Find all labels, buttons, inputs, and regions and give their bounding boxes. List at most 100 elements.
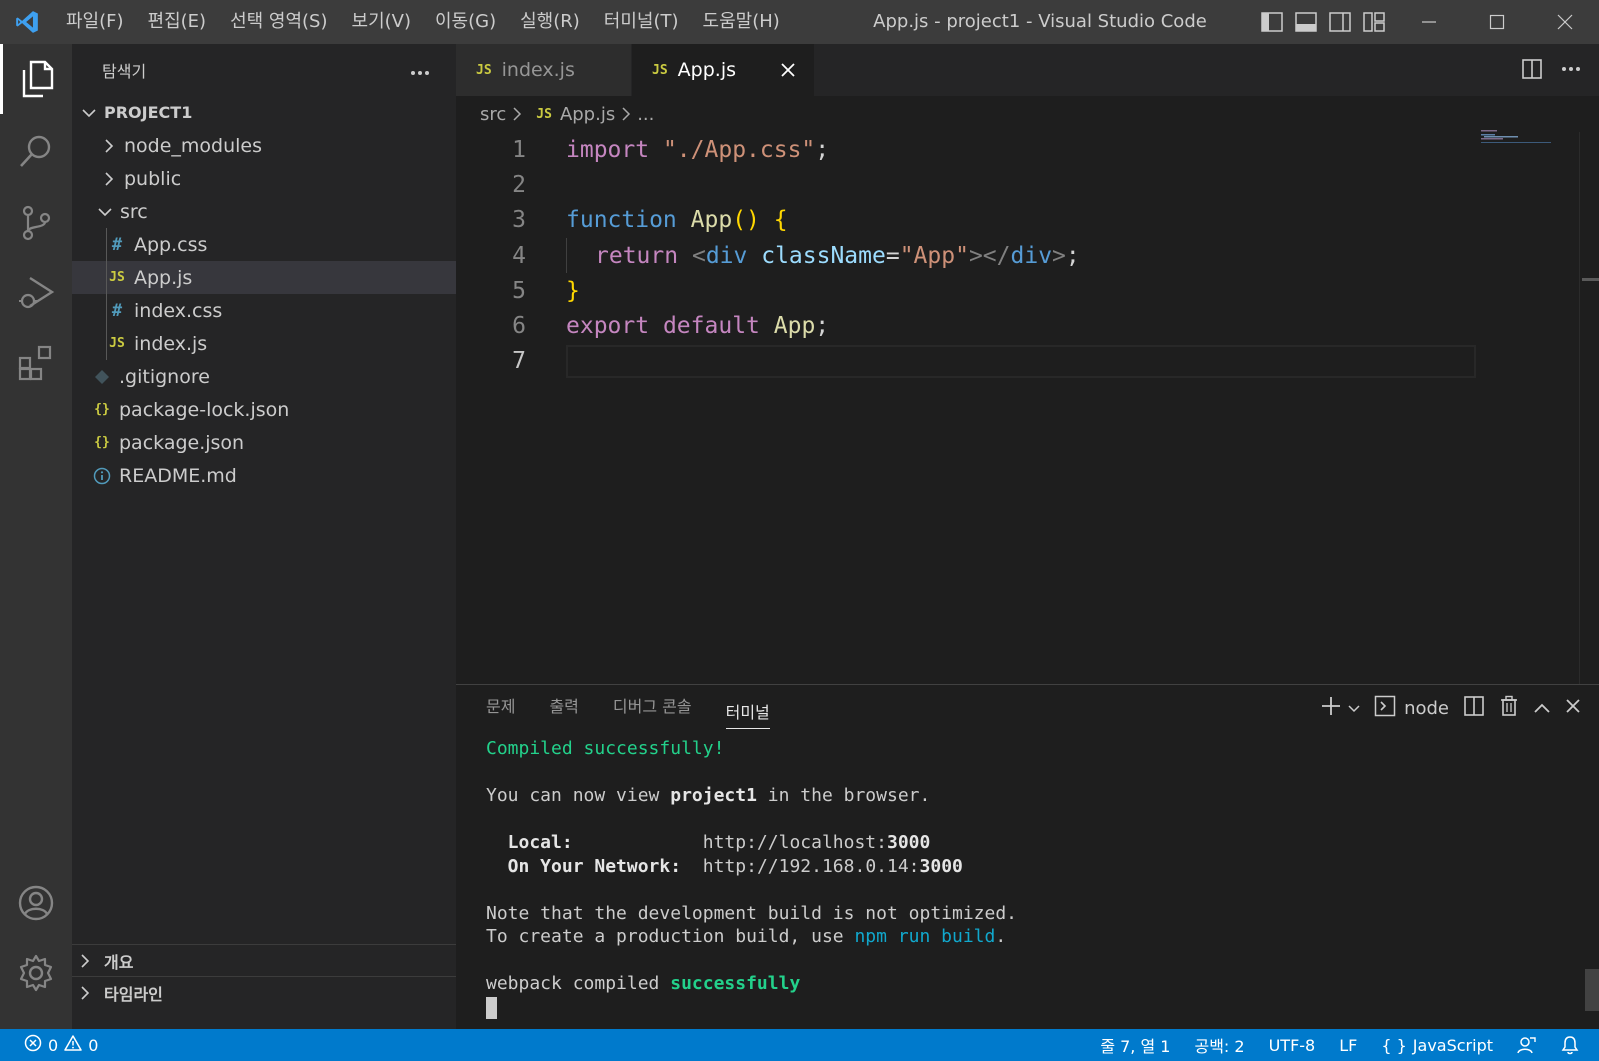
- terminal-shell-icon: [1374, 695, 1396, 722]
- terminal-output[interactable]: Compiled successfully! You can now view …: [456, 729, 1599, 1019]
- toggle-primary-sidebar-icon[interactable]: [1260, 10, 1284, 34]
- menu-run[interactable]: 실행(R): [508, 7, 592, 37]
- menu-terminal[interactable]: 터미널(T): [592, 7, 691, 37]
- tab-debug-console[interactable]: 디버그 콘솔: [613, 685, 692, 729]
- terminal-line: [486, 996, 1599, 1020]
- code-line: 6 export default App;: [456, 308, 1556, 343]
- menu-selection[interactable]: 선택 영역(S): [218, 7, 339, 37]
- tab-app-js[interactable]: JS App.js: [632, 44, 815, 96]
- trash-icon[interactable]: [1499, 695, 1519, 722]
- timeline-section[interactable]: 타임라인: [72, 976, 456, 1009]
- notifications-bell-icon[interactable]: [1561, 1035, 1579, 1055]
- split-terminal-icon[interactable]: [1463, 695, 1485, 722]
- feedback-icon[interactable]: [1517, 1035, 1537, 1055]
- menu-help[interactable]: 도움말(H): [691, 7, 792, 37]
- js-file-icon: JS: [476, 62, 492, 78]
- indent-guide: [106, 294, 107, 327]
- search-icon[interactable]: [0, 116, 72, 186]
- menu-file[interactable]: 파일(F): [54, 7, 136, 37]
- line-number: 3: [512, 207, 526, 234]
- git-file-icon: [91, 369, 113, 385]
- close-window-icon[interactable]: [1531, 0, 1599, 44]
- explorer-icon[interactable]: [0, 44, 72, 114]
- tree-item-gitignore[interactable]: .gitignore: [72, 360, 456, 393]
- bottom-panel: 문제 출력 디버그 콘솔 터미널 node Compiled successfu…: [456, 684, 1599, 1029]
- cursor-position[interactable]: 줄 7, 열 1: [1100, 1033, 1170, 1057]
- settings-gear-icon[interactable]: [0, 938, 72, 1008]
- close-panel-icon[interactable]: [1565, 698, 1581, 719]
- status-problems[interactable]: 0 0: [0, 1034, 98, 1056]
- run-debug-icon[interactable]: [0, 258, 72, 328]
- current-line-highlight: [566, 344, 1476, 378]
- code-line: 3 function App() {: [456, 203, 1556, 238]
- language-mode[interactable]: { } JavaScript: [1381, 1036, 1493, 1055]
- css-file-icon: #: [111, 234, 123, 255]
- tab-problems[interactable]: 문제: [486, 685, 515, 729]
- terminal-shell-name[interactable]: node: [1404, 698, 1449, 719]
- tree-item-package-json[interactable]: {} package.json: [72, 426, 456, 459]
- close-tab-icon[interactable]: [780, 62, 796, 78]
- maximize-icon[interactable]: [1463, 0, 1531, 44]
- project-folder[interactable]: PROJECT1: [72, 96, 456, 129]
- editor-scrollbar[interactable]: [1579, 132, 1599, 684]
- menu-go[interactable]: 이동(G): [423, 7, 508, 37]
- tab-output[interactable]: 출력: [549, 685, 578, 729]
- terminal-line: Compiled successfully!: [486, 738, 725, 759]
- css-file-icon: #: [111, 300, 123, 321]
- tab-index-js[interactable]: JS index.js: [456, 44, 632, 96]
- status-right: 줄 7, 열 1 공백: 2 UTF-8 LF { } JavaScript: [1100, 1029, 1579, 1061]
- customize-layout-icon[interactable]: [1362, 10, 1386, 34]
- chevron-down-icon[interactable]: [1348, 698, 1360, 719]
- breadcrumb-folder[interactable]: src: [480, 104, 506, 125]
- toggle-secondary-sidebar-icon[interactable]: [1328, 10, 1352, 34]
- line-number: 7: [512, 348, 526, 375]
- code-line-current: 7: [456, 344, 1556, 379]
- source-control-icon[interactable]: [0, 188, 72, 258]
- new-terminal-icon[interactable]: [1320, 695, 1342, 722]
- braces-icon: { }: [1381, 1035, 1407, 1055]
- extensions-icon[interactable]: [0, 328, 72, 398]
- maximize-panel-icon[interactable]: [1533, 698, 1551, 719]
- minimize-icon[interactable]: [1395, 0, 1463, 44]
- tab-terminal[interactable]: 터미널: [725, 697, 770, 729]
- accounts-icon[interactable]: [0, 868, 72, 938]
- terminal-scrollbar[interactable]: [1585, 969, 1599, 1011]
- more-actions-icon[interactable]: [410, 61, 430, 80]
- minimap[interactable]: [1481, 128, 1551, 148]
- tree-item-app-js[interactable]: JS App.js: [72, 261, 456, 294]
- indent-guide: [106, 327, 107, 360]
- end-of-line[interactable]: LF: [1339, 1036, 1357, 1055]
- window-controls: [1395, 0, 1599, 44]
- tree-item-label: README.md: [119, 464, 237, 487]
- error-count: 0: [48, 1035, 59, 1055]
- encoding[interactable]: UTF-8: [1269, 1036, 1316, 1055]
- tree-item-index-js[interactable]: JS index.js: [72, 327, 456, 360]
- outline-section[interactable]: 개요: [72, 944, 456, 977]
- indentation[interactable]: 공백: 2: [1194, 1033, 1244, 1057]
- breadcrumb-file[interactable]: App.js: [560, 104, 615, 125]
- tree-item-label: public: [124, 167, 182, 190]
- split-editor-icon[interactable]: [1521, 58, 1543, 84]
- tree-item-package-lock-json[interactable]: {} package-lock.json: [72, 393, 456, 426]
- tree-item-index-css[interactable]: # index.css: [72, 294, 456, 327]
- tree-item-readme-md[interactable]: README.md: [72, 459, 456, 492]
- tree-item-src[interactable]: src: [72, 195, 456, 228]
- menu-edit[interactable]: 편집(E): [136, 7, 219, 37]
- code-editor[interactable]: 1 import "./App.css"; 2 3 function App()…: [456, 132, 1556, 379]
- editor-tabs: JS index.js JS App.js: [456, 44, 1599, 96]
- breadcrumb-more[interactable]: ...: [637, 104, 654, 125]
- tree-item-public[interactable]: public: [72, 162, 456, 195]
- line-number: 2: [512, 171, 526, 198]
- tree-item-app-css[interactable]: # App.css: [72, 228, 456, 261]
- timeline-label: 타임라인: [104, 985, 163, 1004]
- more-actions-icon[interactable]: [1561, 58, 1581, 84]
- panel-actions: node: [1320, 695, 1581, 722]
- tree-item-node-modules[interactable]: node_modules: [72, 129, 456, 162]
- menu-bar: 파일(F) 편집(E) 선택 영역(S) 보기(V) 이동(G) 실행(R) 터…: [54, 0, 792, 44]
- terminal-line: Local: http://localhost:3000: [486, 832, 931, 853]
- toggle-panel-icon[interactable]: [1294, 10, 1318, 34]
- js-file-icon: JS: [109, 270, 125, 285]
- menu-view[interactable]: 보기(V): [340, 7, 423, 37]
